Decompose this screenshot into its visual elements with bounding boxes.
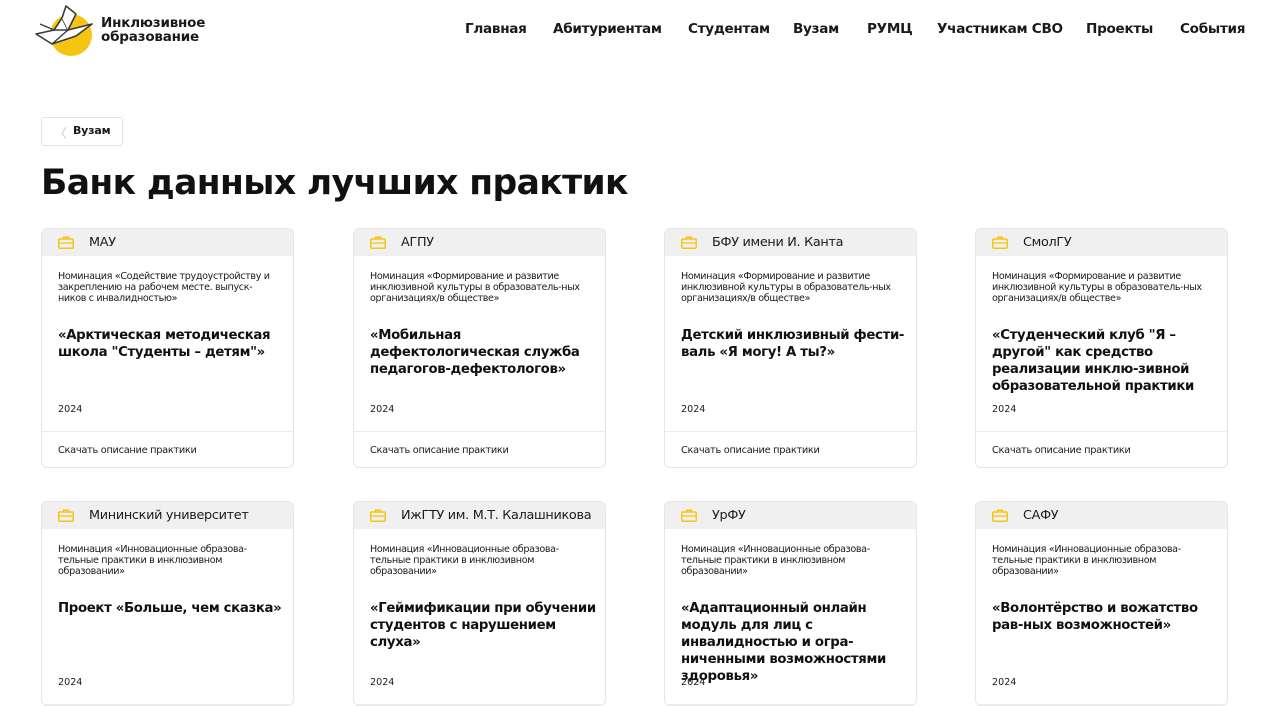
card-header: САФУ bbox=[976, 502, 1227, 529]
practice-card: УрФУ Номинация «Инновационные образова-те… bbox=[664, 501, 917, 706]
card-divider bbox=[42, 704, 293, 705]
card-organization: АГПУ bbox=[401, 235, 434, 250]
download-description-link[interactable]: Скачать описание практики bbox=[992, 445, 1131, 456]
card-nomination: Номинация «Формирование и развитие инклю… bbox=[370, 271, 580, 304]
nav-item-rumc[interactable]: РУМЦ bbox=[867, 20, 913, 38]
card-divider bbox=[976, 431, 1227, 432]
nav-item-students[interactable]: Студентам bbox=[688, 20, 770, 38]
practice-card: САФУ Номинация «Инновационные образова-те… bbox=[975, 501, 1228, 706]
card-organization: Мининский университет bbox=[89, 508, 249, 523]
briefcase-icon bbox=[370, 236, 386, 249]
briefcase-icon bbox=[58, 509, 74, 522]
card-year: 2024 bbox=[370, 404, 395, 415]
card-header: Мининский университет bbox=[42, 502, 293, 529]
briefcase-icon bbox=[681, 236, 697, 249]
card-organization: САФУ bbox=[1023, 508, 1059, 523]
card-title[interactable]: Проект «Больше, чем сказка» bbox=[58, 600, 292, 617]
card-divider bbox=[354, 431, 605, 432]
card-organization: СмолГУ bbox=[1023, 235, 1072, 250]
practice-card: АГПУ Номинация «Формирование и развитие и… bbox=[353, 228, 606, 468]
briefcase-icon bbox=[992, 509, 1008, 522]
practice-card: МАУ Номинация «Содействие трудоустройству… bbox=[41, 228, 294, 468]
card-year: 2024 bbox=[58, 677, 83, 688]
card-title[interactable]: «Арктическая методическая школа "Студент… bbox=[58, 327, 292, 361]
card-nomination: Номинация «Формирование и развитие инклю… bbox=[681, 271, 891, 304]
breadcrumb-label: Вузам bbox=[73, 124, 111, 137]
card-title[interactable]: Детский инклюзивный фести-валь «Я могу! … bbox=[681, 327, 915, 361]
card-title[interactable]: «Студенческий клуб "Я – другой" как сред… bbox=[992, 327, 1226, 395]
practice-card: СмолГУ Номинация «Формирование и развитие… bbox=[975, 228, 1228, 468]
main-nav: Главная Абитуриентам Студентам Вузам РУМ… bbox=[0, 20, 1280, 40]
card-header: ИжГТУ им. М.Т. Калашникова bbox=[354, 502, 605, 529]
practice-card: БФУ имени И. Канта Номинация «Формировани… bbox=[664, 228, 917, 468]
page-title: Банк данных лучших практик bbox=[41, 163, 628, 203]
practice-card: Мининский университет Номинация «Инноваци… bbox=[41, 501, 294, 706]
card-year: 2024 bbox=[681, 677, 706, 688]
card-year: 2024 bbox=[992, 677, 1017, 688]
card-header: СмолГУ bbox=[976, 229, 1227, 256]
nav-item-universities[interactable]: Вузам bbox=[793, 20, 839, 38]
card-title[interactable]: «Геймификации при обучении студентов с н… bbox=[370, 600, 604, 651]
download-description-link[interactable]: Скачать описание практики bbox=[58, 445, 197, 456]
card-header: УрФУ bbox=[665, 502, 916, 529]
chevron-left-icon: 〈 bbox=[54, 127, 68, 142]
briefcase-icon bbox=[58, 236, 74, 249]
card-nomination: Номинация «Инновационные образова-тельны… bbox=[370, 544, 559, 577]
card-year: 2024 bbox=[681, 404, 706, 415]
card-header: БФУ имени И. Канта bbox=[665, 229, 916, 256]
card-divider bbox=[42, 431, 293, 432]
practice-card: ИжГТУ им. М.Т. Калашникова Номинация «Инн… bbox=[353, 501, 606, 706]
card-title[interactable]: «Мобильная дефектологическая служба педа… bbox=[370, 327, 604, 378]
breadcrumb-back-button[interactable]: 〈 Вузам bbox=[41, 117, 123, 146]
card-organization: МАУ bbox=[89, 235, 116, 250]
card-organization: УрФУ bbox=[712, 508, 746, 523]
card-nomination: Номинация «Инновационные образова-тельны… bbox=[992, 544, 1181, 577]
briefcase-icon bbox=[681, 509, 697, 522]
card-divider bbox=[665, 431, 916, 432]
nav-item-projects[interactable]: Проекты bbox=[1086, 20, 1153, 38]
card-title[interactable]: «Адаптационный онлайн модуль для лиц с и… bbox=[681, 600, 915, 685]
card-organization: БФУ имени И. Канта bbox=[712, 235, 844, 250]
card-nomination: Номинация «Инновационные образова-тельны… bbox=[58, 544, 247, 577]
card-divider bbox=[665, 704, 916, 705]
card-divider bbox=[354, 704, 605, 705]
card-nomination: Номинация «Инновационные образова-тельны… bbox=[681, 544, 870, 577]
nav-item-home[interactable]: Главная bbox=[465, 20, 527, 38]
card-nomination: Номинация «Содействие трудоустройству и … bbox=[58, 271, 270, 304]
card-divider bbox=[976, 704, 1227, 705]
download-description-link[interactable]: Скачать описание практики bbox=[681, 445, 820, 456]
card-nomination: Номинация «Формирование и развитие инклю… bbox=[992, 271, 1202, 304]
nav-item-svo-participants[interactable]: Участникам СВО bbox=[937, 20, 1063, 38]
download-description-link[interactable]: Скачать описание практики bbox=[370, 445, 509, 456]
card-organization: ИжГТУ им. М.Т. Калашникова bbox=[401, 508, 592, 523]
card-header: МАУ bbox=[42, 229, 293, 256]
site-header: Инклюзивное образование Главная Абитурие… bbox=[0, 0, 1280, 60]
card-year: 2024 bbox=[58, 404, 83, 415]
card-title[interactable]: «Волонтёрство и вожатство рав-ных возмож… bbox=[992, 600, 1226, 634]
card-year: 2024 bbox=[370, 677, 395, 688]
nav-item-applicants[interactable]: Абитуриентам bbox=[553, 20, 662, 38]
card-header: АГПУ bbox=[354, 229, 605, 256]
briefcase-icon bbox=[992, 236, 1008, 249]
card-year: 2024 bbox=[992, 404, 1017, 415]
briefcase-icon bbox=[370, 509, 386, 522]
nav-item-events[interactable]: События bbox=[1180, 20, 1245, 38]
